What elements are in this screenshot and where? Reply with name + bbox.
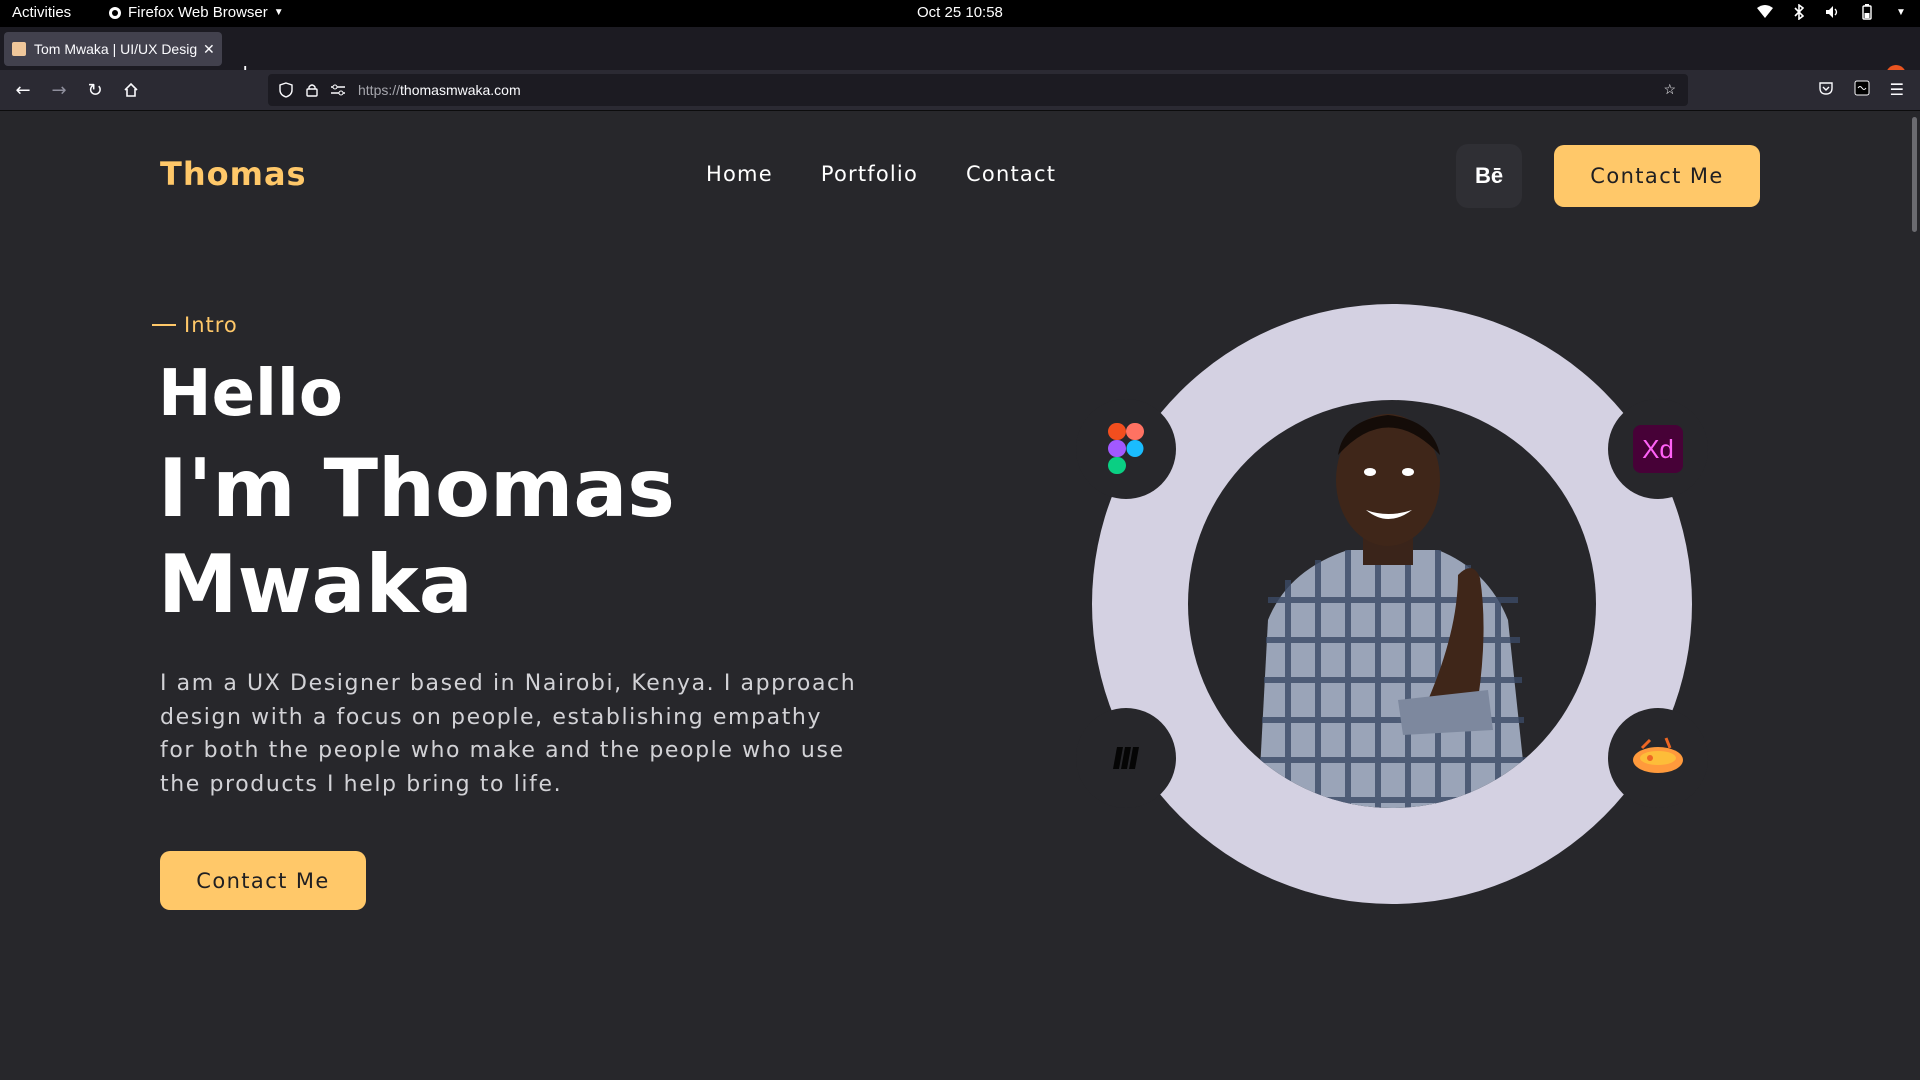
toolbar-right: ☰ — [1818, 80, 1904, 100]
nav-link-contact[interactable]: Contact — [966, 162, 1056, 186]
power-menu-icon: ▼ — [1896, 6, 1906, 18]
hero-name-line2: Mwaka — [158, 538, 473, 631]
site-nav: Home Portfolio Contact — [706, 162, 1056, 186]
app-menu-label: Firefox Web Browser — [128, 4, 268, 21]
pocket-icon[interactable] — [1818, 80, 1834, 100]
activities-button[interactable]: Activities — [12, 4, 71, 21]
tab-active[interactable]: Tom Mwaka | UI/UX Desig ✕ — [4, 32, 222, 66]
zeplin-icon — [1633, 737, 1683, 773]
intro-dash — [152, 324, 176, 326]
bluetooth-icon — [1790, 3, 1808, 21]
profile-photo — [1188, 400, 1596, 808]
system-top-bar: Activities Firefox Web Browser ▼ Oct 25 … — [0, 0, 1920, 27]
clock[interactable]: Oct 25 10:58 — [917, 4, 1003, 21]
navigation-toolbar: ← → ↻ https://thomasmwaka.com ☆ ☰ — [0, 70, 1920, 111]
permissions-icon[interactable] — [330, 82, 346, 98]
miro-badge — [1076, 708, 1176, 808]
url-bar[interactable]: https://thomasmwaka.com ☆ — [268, 74, 1688, 106]
behance-button[interactable]: Bē — [1456, 144, 1522, 208]
hero-name: I'm Thomas Mwaka — [158, 441, 758, 633]
scrollbar-thumb[interactable] — [1912, 117, 1917, 232]
battery-icon — [1858, 3, 1876, 21]
page-scrollbar[interactable] — [1906, 111, 1920, 1080]
adobe-xd-icon: Xd — [1633, 425, 1683, 473]
nav-link-portfolio[interactable]: Portfolio — [821, 162, 918, 186]
home-icon[interactable] — [120, 79, 142, 101]
hamburger-menu-icon[interactable]: ☰ — [1890, 80, 1904, 100]
url-host: thomasmwaka.com — [400, 82, 521, 98]
person-illustration — [1258, 414, 1528, 808]
lock-icon[interactable] — [304, 82, 320, 98]
nav-link-home[interactable]: Home — [706, 162, 773, 186]
zeplin-badge — [1608, 708, 1708, 808]
reload-icon[interactable]: ↻ — [84, 79, 106, 101]
system-tray[interactable]: ▼ — [1756, 3, 1910, 21]
miro-icon — [1113, 747, 1139, 769]
tab-strip: Tom Mwaka | UI/UX Desig ✕ + – ⧉ ✕ — [0, 27, 1920, 85]
behance-icon: Bē — [1474, 163, 1504, 188]
app-menu[interactable]: Firefox Web Browser ▼ — [108, 4, 284, 21]
tracking-shield-icon[interactable] — [278, 82, 294, 98]
hero-name-line1: I'm Thomas — [158, 442, 675, 535]
hero-bio: I am a UX Designer based in Nairobi, Ken… — [160, 671, 857, 797]
intro-label-text: Intro — [184, 313, 238, 337]
url-text[interactable]: https://thomasmwaka.com — [358, 82, 521, 98]
tab-title: Tom Mwaka | UI/UX Desig — [34, 41, 198, 57]
web-page: Thomas Home Portfolio Contact Bē Contact… — [0, 111, 1920, 1080]
volume-icon — [1824, 3, 1842, 21]
intro-label: Intro — [152, 313, 238, 337]
adobe-xd-badge: Xd — [1608, 399, 1708, 499]
bookmark-star-icon[interactable]: ☆ — [1663, 81, 1676, 98]
adobe-xd-label: Xd — [1642, 433, 1674, 464]
tab-close-icon[interactable]: ✕ — [203, 41, 215, 58]
forward-arrow-icon[interactable]: → — [48, 79, 70, 101]
firefox-icon — [109, 6, 121, 19]
extension-icon[interactable] — [1854, 80, 1870, 100]
wifi-icon — [1756, 3, 1774, 21]
figma-badge — [1076, 399, 1176, 499]
hero-contact-button[interactable]: Contact Me — [160, 851, 366, 910]
hero-greeting: Hello — [158, 357, 343, 431]
back-arrow-icon[interactable]: ← — [12, 79, 34, 101]
url-protocol: https:// — [358, 82, 401, 98]
header-contact-button[interactable]: Contact Me — [1554, 145, 1760, 207]
chevron-down-icon: ▼ — [273, 7, 284, 18]
figma-icon — [1108, 423, 1144, 474]
site-logo[interactable]: Thomas — [160, 155, 307, 193]
site-favicon-icon — [12, 42, 26, 56]
